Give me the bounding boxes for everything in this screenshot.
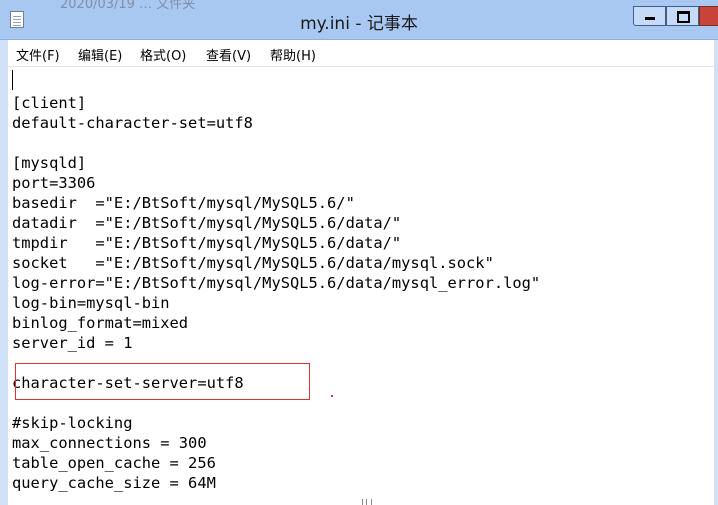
editor-line: socket ="E:/BtSoft/mysql/MySQL5.6/data/m… <box>12 254 494 272</box>
highlight-box <box>15 363 310 400</box>
editor-line: [mysqld] <box>12 154 87 172</box>
menu-help[interactable]: 帮助(H) <box>270 45 316 64</box>
scrollbar-grip[interactable] <box>362 499 372 505</box>
editor-line: default-character-set=utf8 <box>12 114 253 132</box>
editor-line: basedir ="E:/BtSoft/mysql/MySQL5.6/" <box>12 194 355 212</box>
editor-line: server_id = 1 <box>12 334 133 352</box>
editor-text[interactable]: [client] default-character-set=utf8 [mys… <box>12 73 540 493</box>
minimize-icon <box>645 17 655 20</box>
editor-line: log-error="E:/BtSoft/mysql/MySQL5.6/data… <box>12 274 541 292</box>
menu-edit[interactable]: 编辑(E) <box>78 45 122 64</box>
annotation-dot <box>331 395 333 397</box>
editor-line: #skip-locking <box>12 414 133 432</box>
menu-file[interactable]: 文件(F) <box>16 45 60 64</box>
menu-bar: 文件(F) 编辑(E) 格式(O) 查看(V) 帮助(H) <box>0 40 718 67</box>
menu-view[interactable]: 查看(V) <box>206 45 251 64</box>
editor-line: max_connections = 300 <box>12 434 207 452</box>
editor-line: datadir ="E:/BtSoft/mysql/MySQL5.6/data/… <box>12 214 402 232</box>
editor-line: tmpdir ="E:/BtSoft/mysql/MySQL5.6/data/" <box>12 234 402 252</box>
window-border <box>714 40 718 505</box>
maximize-button[interactable] <box>666 6 699 26</box>
notepad-window: 2020/03/19 … 文件夹 my.ini - 记事本 文件(F) 编辑(E… <box>0 0 718 505</box>
editor-line: query_cache_size = 64M <box>12 474 216 492</box>
editor-line: [client] <box>12 94 87 112</box>
minimize-button[interactable] <box>633 6 666 26</box>
editor-line: binlog_format=mixed <box>12 314 189 332</box>
maximize-icon <box>677 11 690 23</box>
menu-format[interactable]: 格式(O) <box>140 45 186 64</box>
close-button[interactable] <box>699 6 718 26</box>
editor-line: port=3306 <box>12 174 96 192</box>
editor-line: table_open_cache = 256 <box>12 454 216 472</box>
editor-line: log-bin=mysql-bin <box>12 294 170 312</box>
title-bar[interactable]: 2020/03/19 … 文件夹 my.ini - 记事本 <box>0 0 718 40</box>
window-title: my.ini - 记事本 <box>300 14 418 34</box>
